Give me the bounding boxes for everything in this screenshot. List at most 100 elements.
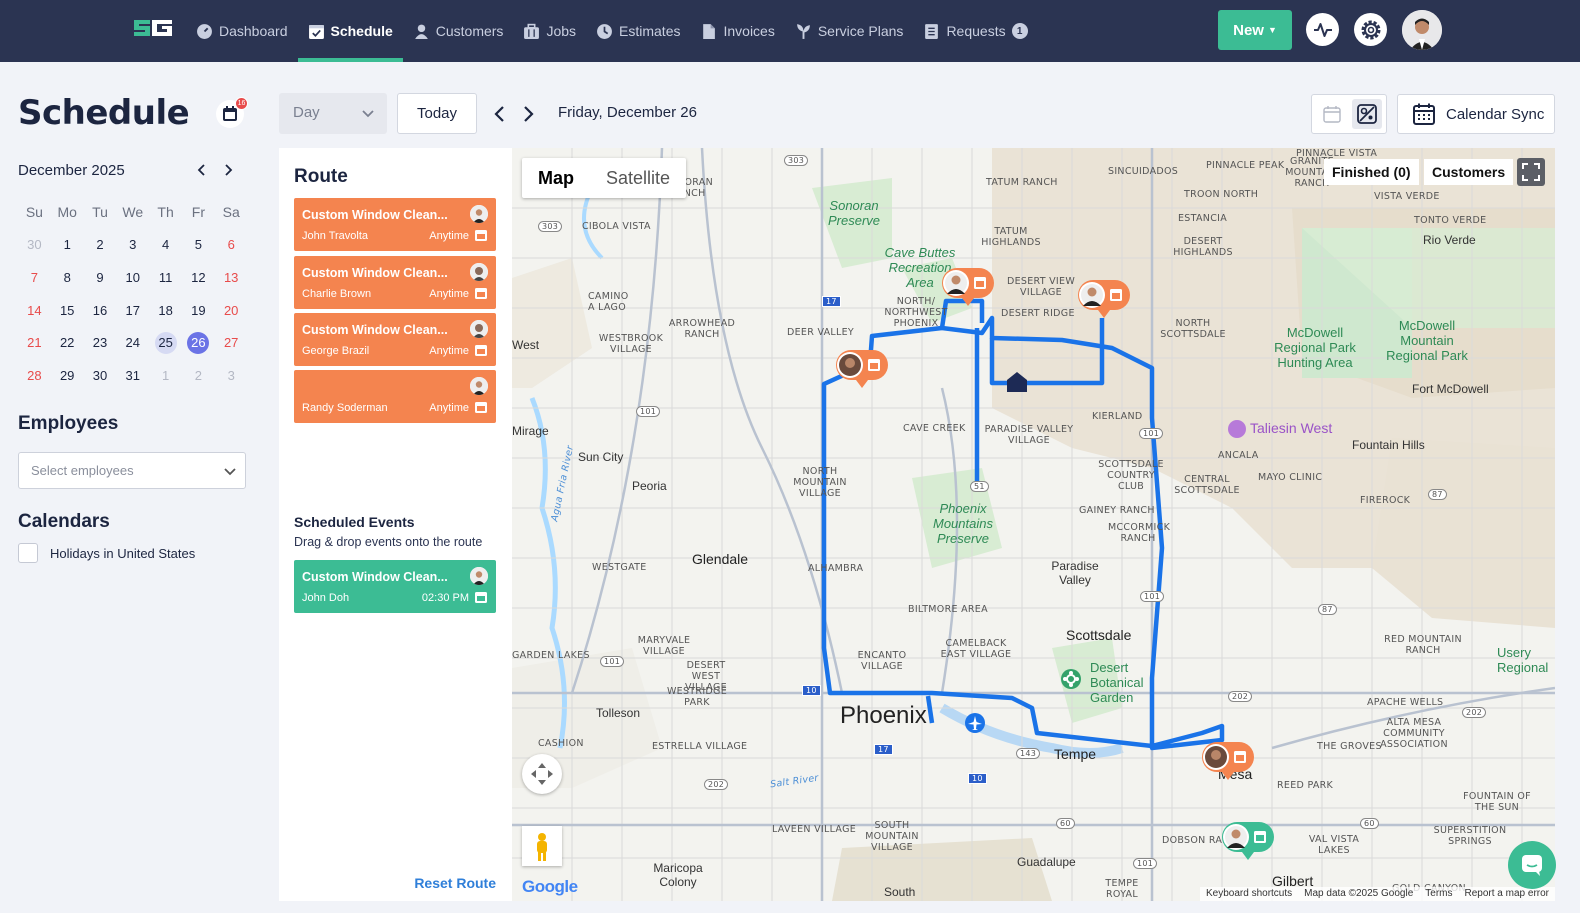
calendar-day[interactable]: 22 xyxy=(51,335,84,350)
keyboard-shortcuts-link[interactable]: Keyboard shortcuts xyxy=(1206,888,1292,900)
new-button[interactable]: New ▼ xyxy=(1218,10,1292,50)
next-day-button[interactable] xyxy=(519,104,537,124)
calendar-day[interactable]: 16 xyxy=(84,303,117,318)
user-avatar[interactable] xyxy=(1402,10,1442,50)
job-map-pin[interactable] xyxy=(1200,740,1256,786)
settings-button[interactable] xyxy=(1354,13,1387,46)
nav-requests[interactable]: Requests 1 xyxy=(913,0,1037,62)
calendar-day[interactable]: 1 xyxy=(149,368,182,383)
map-view-toggle[interactable] xyxy=(1352,99,1382,129)
calendar-notifications-button[interactable]: 16 xyxy=(216,97,248,128)
fullscreen-button[interactable] xyxy=(1517,158,1545,186)
holidays-checkbox[interactable] xyxy=(18,543,38,563)
route-job-card[interactable]: Custom Window Clean... Charlie Brown Any… xyxy=(294,256,496,309)
view-select[interactable]: Day xyxy=(279,93,387,134)
map-label-area: GARDEN LAKES xyxy=(512,650,590,661)
home-base-icon[interactable] xyxy=(1005,370,1029,394)
calendar-day[interactable]: 3 xyxy=(215,368,248,383)
map-tab-satellite[interactable]: Satellite xyxy=(590,158,686,198)
app-logo[interactable] xyxy=(132,14,174,42)
calendar-day[interactable]: 7 xyxy=(18,270,51,285)
nav-invoices-label: Invoices xyxy=(723,23,775,39)
calendar-day[interactable]: 30 xyxy=(18,237,51,252)
calendar-day[interactable]: 13 xyxy=(215,270,248,285)
calendar-day[interactable]: 6 xyxy=(215,237,248,252)
camera-control-button[interactable] xyxy=(522,754,562,794)
activity-button[interactable] xyxy=(1306,13,1339,46)
map-label-area: THE GROVES xyxy=(1317,741,1382,752)
nav-customers[interactable]: Customers xyxy=(403,0,514,62)
nav-jobs[interactable]: Jobs xyxy=(513,0,586,62)
job-map-pin[interactable] xyxy=(834,348,890,394)
map-label-area: SUPERSTITION SPRINGS xyxy=(1433,825,1507,847)
interstate-shield: 10 xyxy=(968,773,987,784)
scheduled-event-card[interactable]: Custom Window Clean... John Doh 02:30 PM xyxy=(294,560,496,613)
calendar-day[interactable]: 17 xyxy=(116,303,149,318)
calendar-day[interactable]: 29 xyxy=(51,368,84,383)
job-map-pin[interactable] xyxy=(1076,278,1132,324)
customers-filter-button[interactable]: Customers xyxy=(1424,159,1514,185)
garden-icon[interactable] xyxy=(1060,668,1082,690)
calendar-day[interactable]: 5 xyxy=(182,237,215,252)
route-map[interactable]: Phoenix Glendale Scottsdale Tempe Mesa G… xyxy=(512,148,1555,901)
next-month-button[interactable] xyxy=(220,162,236,183)
today-button[interactable]: Today xyxy=(397,93,477,134)
street-view-pegman[interactable] xyxy=(522,826,562,866)
calendar-day[interactable]: 9 xyxy=(84,270,117,285)
calendar-sync-button[interactable]: Calendar Sync xyxy=(1397,94,1555,134)
event-map-pin[interactable] xyxy=(1220,820,1276,866)
terms-link[interactable]: Terms xyxy=(1425,888,1452,900)
map-tab-map[interactable]: Map xyxy=(522,158,590,198)
highway-shield: 101 xyxy=(1133,858,1158,869)
calendar-day[interactable]: 15 xyxy=(51,303,84,318)
calendar-day-highlighted[interactable]: 25 xyxy=(149,331,182,354)
employees-select[interactable]: Select employees xyxy=(18,452,246,489)
calendar-day[interactable]: 10 xyxy=(116,270,149,285)
calendar-day-selected[interactable]: 26 xyxy=(182,331,215,354)
calendar-day[interactable]: 31 xyxy=(116,368,149,383)
calendar-check-icon xyxy=(308,24,324,39)
finished-filter-button[interactable]: Finished (0) xyxy=(1324,159,1419,185)
calendar-day[interactable]: 27 xyxy=(215,335,248,350)
nav-schedule[interactable]: Schedule xyxy=(297,0,404,62)
calendar-day[interactable]: 8 xyxy=(51,270,84,285)
prev-day-button[interactable] xyxy=(491,104,509,124)
calendar-day[interactable]: 30 xyxy=(84,368,117,383)
nav-estimates[interactable]: Estimates xyxy=(586,0,690,62)
nav-service-plans[interactable]: Service Plans xyxy=(785,0,914,62)
reset-route-link[interactable]: Reset Route xyxy=(414,875,496,891)
calendar-day[interactable]: 11 xyxy=(149,270,182,285)
map-label-area: ANCALA xyxy=(1218,450,1259,461)
calendar-day[interactable]: 19 xyxy=(182,303,215,318)
route-job-card[interactable]: Custom Window Clean... George Brazil Any… xyxy=(294,313,496,366)
employees-placeholder: Select employees xyxy=(31,463,134,478)
calendar-day[interactable]: 24 xyxy=(116,335,149,350)
calendar-day[interactable]: 18 xyxy=(149,303,182,318)
calendar-day[interactable]: 3 xyxy=(116,237,149,252)
nav-invoices[interactable]: Invoices xyxy=(690,0,784,62)
route-job-card[interactable]: Custom Window Clean... John Travolta Any… xyxy=(294,198,496,251)
job-map-pin[interactable] xyxy=(940,266,996,312)
chat-support-button[interactable] xyxy=(1508,841,1556,889)
calendar-view-toggle[interactable] xyxy=(1317,99,1347,129)
report-map-error-link[interactable]: Report a map error xyxy=(1465,888,1549,900)
prev-month-button[interactable] xyxy=(194,162,210,183)
highway-shield: 60 xyxy=(1360,818,1379,829)
calendar-day[interactable]: 14 xyxy=(18,303,51,318)
calendar-day[interactable]: 2 xyxy=(84,237,117,252)
calendar-day[interactable]: 1 xyxy=(51,237,84,252)
calendar-day[interactable]: 4 xyxy=(149,237,182,252)
nav-dashboard[interactable]: Dashboard xyxy=(186,0,298,62)
calendars-heading: Calendars xyxy=(18,511,110,532)
calendar-day[interactable]: 28 xyxy=(18,368,51,383)
calendar-day[interactable]: 23 xyxy=(84,335,117,350)
calendar-day[interactable]: 21 xyxy=(18,335,51,350)
airport-icon[interactable] xyxy=(964,712,986,734)
calendar-day[interactable]: 20 xyxy=(215,303,248,318)
calendar-day[interactable]: 2 xyxy=(182,368,215,383)
interstate-shield: 10 xyxy=(802,685,821,696)
map-poi-taliesin[interactable]: Taliesin West xyxy=(1228,420,1332,439)
route-job-card[interactable]: Randy Soderman Anytime xyxy=(294,370,496,423)
interstate-shield: 17 xyxy=(822,296,841,307)
calendar-day[interactable]: 12 xyxy=(182,270,215,285)
